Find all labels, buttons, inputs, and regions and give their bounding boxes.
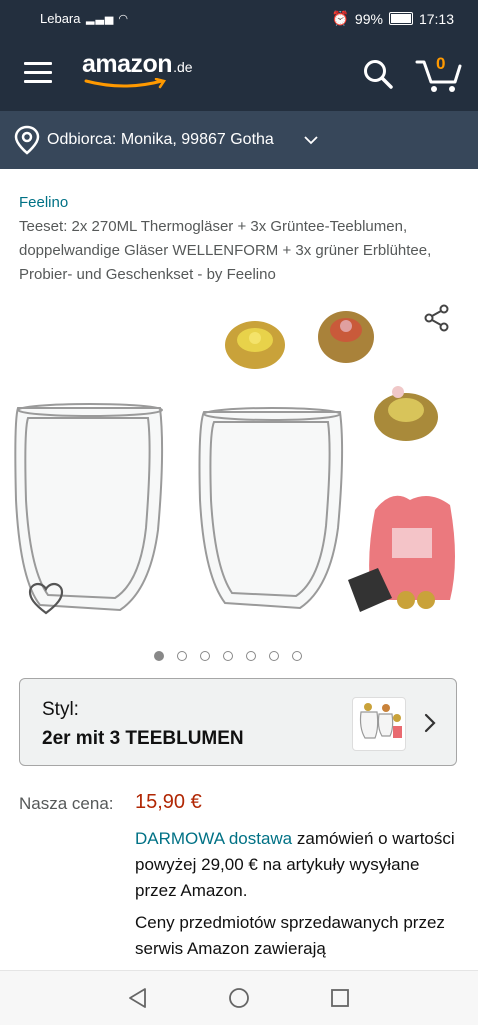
cart-count: 0 [436,54,446,73]
share-icon[interactable] [422,303,452,338]
delivery-location-bar[interactable]: Odbiorca: Monika, 99867 Gotha [0,111,478,169]
style-thumbnail [352,697,406,751]
back-icon[interactable] [127,987,149,1009]
chevron-right-icon [424,713,436,733]
chevron-down-icon [304,136,318,145]
recent-apps-icon[interactable] [330,988,350,1008]
carousel-dot[interactable] [223,651,233,661]
style-label: Styl: [42,699,79,720]
carousel-dot[interactable] [292,651,302,661]
battery-icon [388,12,413,25]
menu-icon[interactable] [24,62,52,84]
clock: 17:13 [418,10,454,27]
signal-icon: ▂▃▅ ◠ [86,13,130,25]
logo-text: amazon [82,50,173,78]
image-carousel-dots [154,651,302,661]
location-pin-icon [14,125,40,155]
logo-tld: .de [173,59,193,75]
heart-icon[interactable] [28,582,64,621]
top-nav: amazon.de 0 [0,36,478,111]
carousel-dot[interactable] [269,651,279,661]
status-right: ⏰ 99% 17:13 [331,10,454,27]
style-value: 2er mit 3 TEEBLUMEN [42,728,244,749]
home-icon[interactable] [228,987,250,1009]
product-title: Teeset: 2x 270ML Thermogläser + 3x Grünt… [19,218,432,283]
price-label: Nasza cena: [19,794,114,813]
price-value: 15,90 € [135,791,202,813]
carousel-dot[interactable] [246,651,256,661]
shipping-info: DARMOWA dostawa zamówień o wartości powy… [135,826,460,904]
carousel-dot[interactable] [200,651,210,661]
search-icon[interactable] [360,56,396,92]
status-bar: Lebara ▂▃▅ ◠ ⏰ 99% 17:13 [0,0,478,36]
vat-note: Ceny przedmiotów sprzedawanych przez ser… [135,913,445,958]
carousel-dot[interactable] [154,651,164,661]
amazon-logo[interactable]: amazon.de [82,50,193,89]
carrier-name: Lebara [40,11,81,26]
battery-percent: 99% [354,10,383,27]
cart-icon[interactable]: 0 [414,52,464,96]
alarm-icon: ⏰ [331,10,349,26]
carousel-dot[interactable] [177,651,187,661]
brand-link[interactable]: Feelino [19,194,68,211]
delivery-text: Odbiorca: Monika, 99867 Gotha [47,131,274,148]
product-image[interactable] [0,300,478,640]
free-shipping-link[interactable]: DARMOWA dostawa [135,829,292,848]
smile-icon [84,78,167,89]
style-selector[interactable]: Styl: 2er mit 3 TEEBLUMEN [19,678,457,766]
system-nav-bar [0,970,478,1025]
